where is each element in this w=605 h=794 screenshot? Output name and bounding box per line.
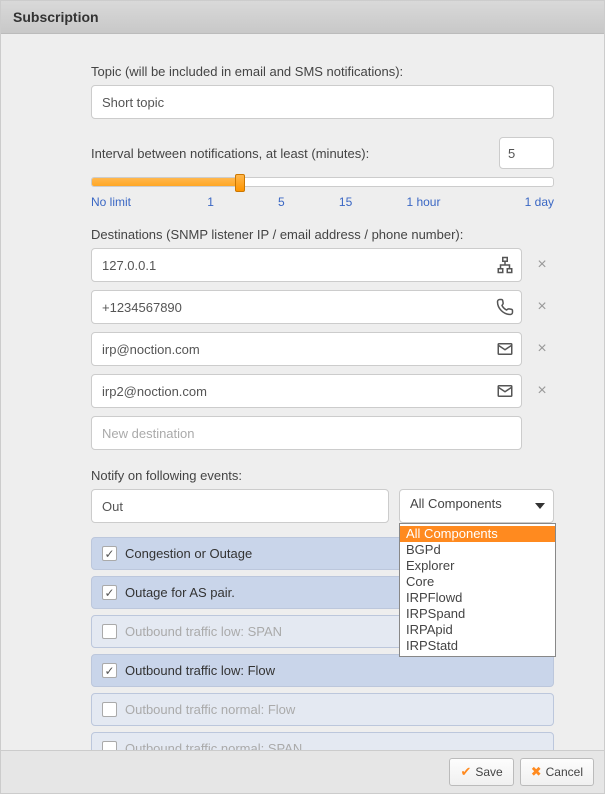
- dropdown-option[interactable]: Core: [400, 574, 555, 590]
- component-dropdown[interactable]: All Components All ComponentsBGPdExplore…: [399, 489, 554, 523]
- event-checkbox[interactable]: [102, 624, 117, 639]
- cancel-button-label: Cancel: [546, 765, 583, 779]
- destination-row: ×: [91, 332, 554, 366]
- dropdown-option[interactable]: IRPApid: [400, 622, 555, 638]
- dropdown-option[interactable]: IRPFlowd: [400, 590, 555, 606]
- interval-field-group: Interval between notifications, at least…: [91, 137, 554, 209]
- slider-track: [91, 177, 554, 187]
- chevron-down-icon: [535, 503, 545, 509]
- event-label: Congestion or Outage: [125, 546, 252, 561]
- topic-field-group: Topic (will be included in email and SMS…: [91, 64, 554, 119]
- slider-ticks: No limit 1 5 15 1 hour 1 day: [91, 195, 554, 209]
- dropdown-popup: All ComponentsBGPdExplorerCoreIRPFlowdIR…: [399, 523, 556, 657]
- destination-row: ×: [91, 248, 554, 282]
- slider-tick[interactable]: 1 day: [525, 195, 554, 209]
- dropdown-option[interactable]: All Components: [400, 526, 555, 542]
- remove-destination-button[interactable]: ×: [530, 256, 554, 274]
- phone-icon: [496, 298, 514, 316]
- slider-tick[interactable]: 1 hour: [406, 195, 440, 209]
- cancel-button[interactable]: ✖ Cancel: [520, 758, 594, 786]
- topic-label: Topic (will be included in email and SMS…: [91, 64, 554, 79]
- event-label: Outage for AS pair.: [125, 585, 235, 600]
- destination-row: ×: [91, 374, 554, 408]
- new-destination-row: [91, 416, 554, 450]
- mail-icon: [496, 382, 514, 400]
- dialog-content: Topic (will be included in email and SMS…: [1, 34, 604, 793]
- event-checkbox[interactable]: [102, 663, 117, 678]
- event-row[interactable]: Outbound traffic low: Flow: [91, 654, 554, 687]
- dropdown-option[interactable]: Explorer: [400, 558, 555, 574]
- save-button[interactable]: ✔ Save: [449, 758, 513, 786]
- interval-input[interactable]: [499, 137, 554, 169]
- new-destination-input[interactable]: [91, 416, 522, 450]
- interval-label: Interval between notifications, at least…: [91, 146, 369, 161]
- events-label: Notify on following events:: [91, 468, 554, 483]
- destination-input[interactable]: [91, 248, 522, 282]
- event-checkbox[interactable]: [102, 585, 117, 600]
- slider-tick[interactable]: 5: [278, 195, 285, 209]
- destination-input[interactable]: [91, 374, 522, 408]
- close-icon: ✖: [531, 764, 542, 780]
- topic-input[interactable]: [91, 85, 554, 119]
- remove-destination-button[interactable]: ×: [530, 298, 554, 316]
- destination-row: ×: [91, 290, 554, 324]
- remove-destination-button[interactable]: ×: [530, 382, 554, 400]
- slider-tick[interactable]: 15: [339, 195, 352, 209]
- title-bar: Subscription: [1, 1, 604, 34]
- slider-tick[interactable]: No limit: [91, 195, 131, 209]
- network-icon: [496, 256, 514, 274]
- interval-slider[interactable]: [91, 177, 554, 187]
- dropdown-option[interactable]: IRPSpand: [400, 606, 555, 622]
- dropdown-option[interactable]: BGPd: [400, 542, 555, 558]
- destination-input[interactable]: [91, 290, 522, 324]
- event-checkbox[interactable]: [102, 546, 117, 561]
- subscription-dialog: Subscription Topic (will be included in …: [0, 0, 605, 794]
- dialog-footer: ✔ Save ✖ Cancel: [1, 750, 604, 793]
- slider-fill: [92, 178, 240, 186]
- destinations-group: Destinations (SNMP listener IP / email a…: [91, 227, 554, 450]
- dropdown-option[interactable]: IRPStatd: [400, 638, 555, 654]
- event-checkbox[interactable]: [102, 702, 117, 717]
- events-group: Notify on following events: All Componen…: [91, 468, 554, 765]
- event-row[interactable]: Outbound traffic normal: Flow: [91, 693, 554, 726]
- check-icon: ✔: [460, 764, 471, 780]
- save-button-label: Save: [475, 765, 502, 779]
- dropdown-selected-label: All Components: [410, 496, 502, 511]
- event-label: Outbound traffic low: SPAN: [125, 624, 282, 639]
- event-label: Outbound traffic low: Flow: [125, 663, 275, 678]
- mail-icon: [496, 340, 514, 358]
- events-filter-input[interactable]: [91, 489, 389, 523]
- destinations-label: Destinations (SNMP listener IP / email a…: [91, 227, 554, 242]
- destination-input[interactable]: [91, 332, 522, 366]
- event-label: Outbound traffic normal: Flow: [125, 702, 295, 717]
- dialog-title: Subscription: [13, 9, 99, 25]
- slider-handle[interactable]: [235, 174, 245, 192]
- slider-tick[interactable]: 1: [207, 195, 214, 209]
- events-filter-row: All Components All ComponentsBGPdExplore…: [91, 489, 554, 523]
- remove-destination-button[interactable]: ×: [530, 340, 554, 358]
